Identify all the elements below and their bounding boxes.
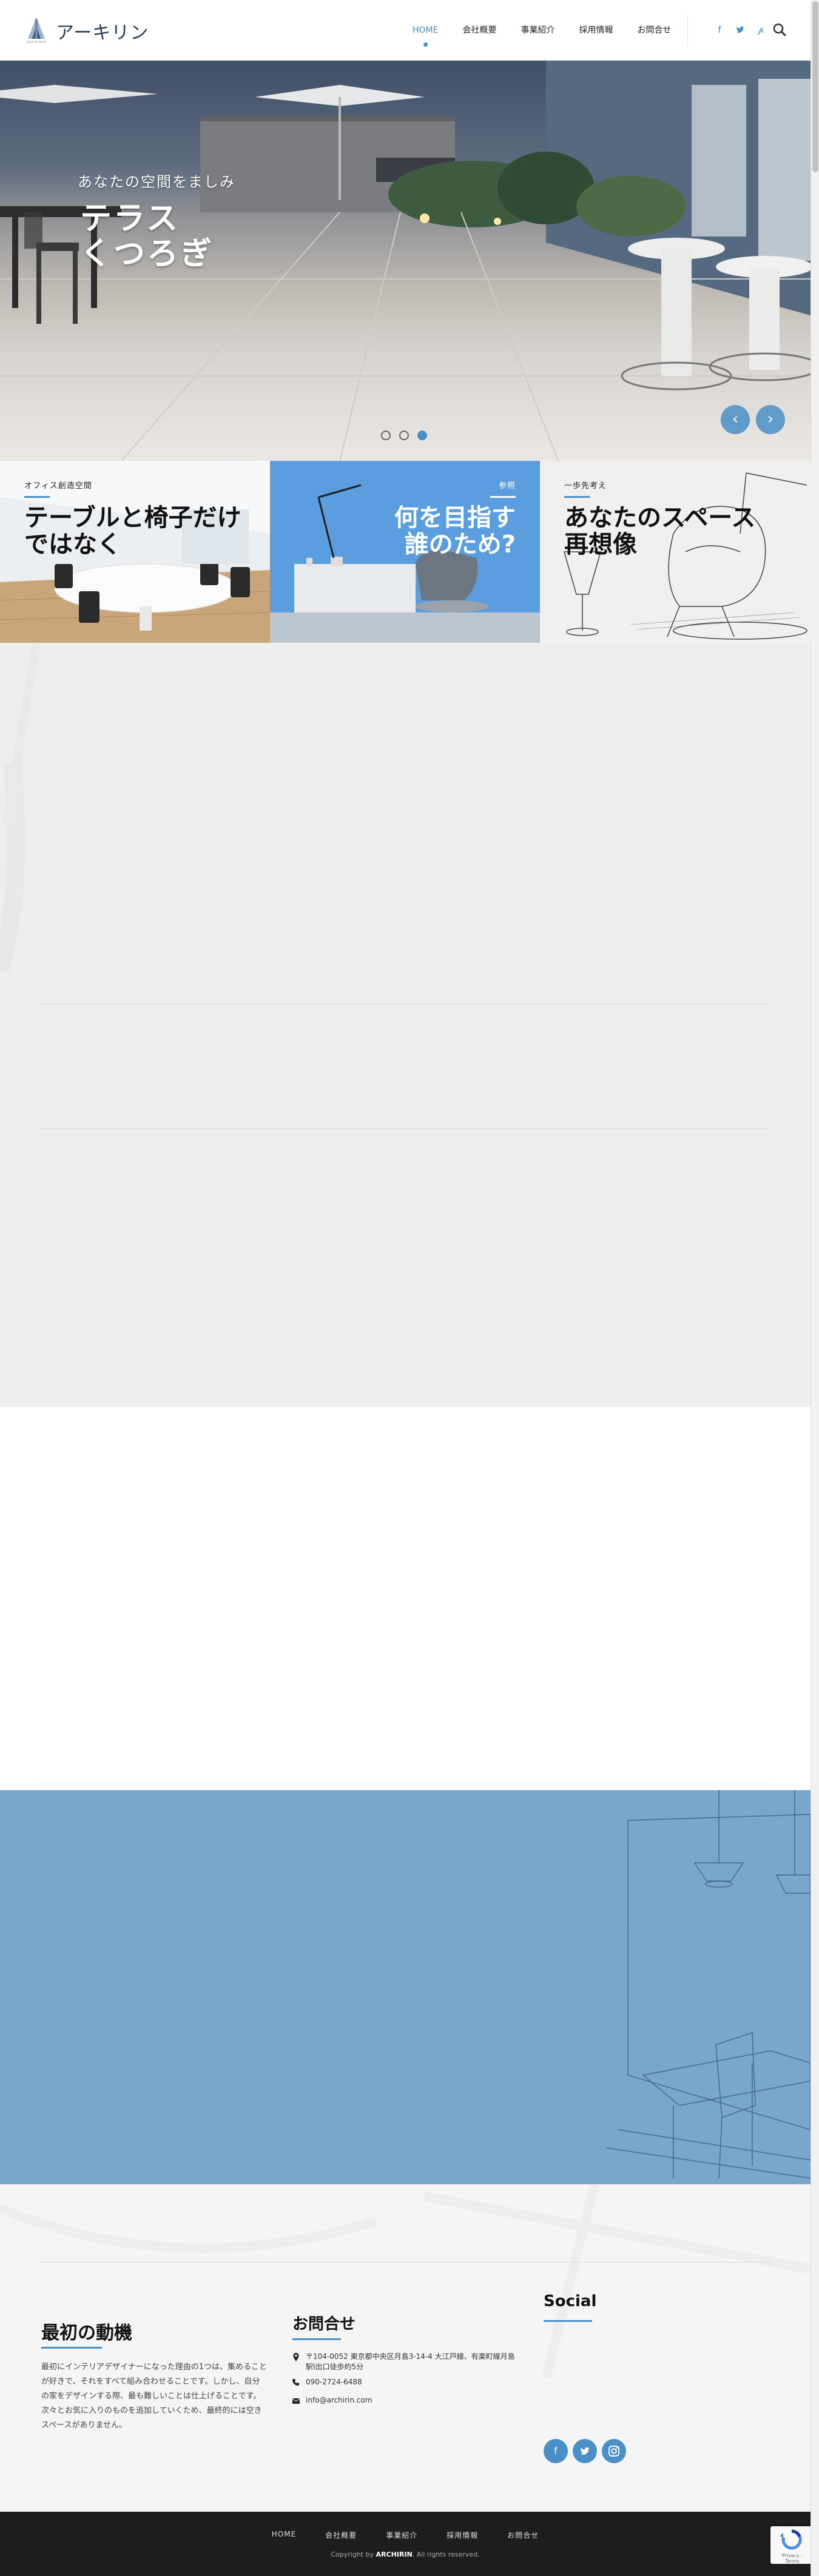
header-social: f 𝓅 (715, 23, 766, 36)
hero-title: テラス くつろぎ (80, 201, 214, 272)
logo-text: アーキリン (56, 22, 149, 44)
footer-instagram-button[interactable] (602, 2439, 626, 2463)
copyright: Copyright by ARCHIRIN. All rights reserv… (0, 2551, 811, 2558)
footer-phone[interactable]: 090-2724-6488 (306, 2377, 362, 2387)
facebook-icon[interactable]: f (715, 23, 724, 36)
nav-divider (687, 15, 688, 46)
recaptcha-badge[interactable]: Privacy - Terms (770, 2526, 813, 2564)
footer-nav-recruit[interactable]: 採用情報 (447, 2530, 478, 2540)
footer-nav-contact[interactable]: お問合せ (507, 2530, 539, 2540)
twitter-icon[interactable] (735, 23, 745, 36)
section-divider (39, 1004, 772, 1005)
logo-mark-icon (28, 17, 45, 39)
site-logo[interactable]: ARCHIRIN アーキリン (24, 16, 170, 45)
footer-address: 〒104-0052 東京都中央区月島3-14-4 大江戸線、有楽町線月島駅I出口… (306, 2352, 515, 2371)
nav-home[interactable]: HOME (400, 0, 450, 61)
tile-label: 参照 (498, 481, 516, 491)
footer-address-row: 〒104-0052 東京都中央区月島3-14-4 大江戸線、有楽町線月島駅I出口… (292, 2352, 517, 2372)
nav-recruit[interactable]: 採用情報 (567, 0, 625, 61)
phone-icon (292, 2379, 300, 2386)
footer-nav-company[interactable]: 会社概要 (325, 2530, 357, 2540)
logo-subtext: ARCHIRIN (26, 41, 47, 44)
nav-contact-label: お問合せ (637, 25, 672, 35)
tile-title: 何を目指す 誰のため? (394, 504, 516, 558)
tile-underline (564, 496, 590, 498)
footer-phone-row: 090-2724-6488 (292, 2377, 517, 2387)
footer-contact-heading: お問合せ (292, 2315, 356, 2333)
content-section (0, 643, 811, 1407)
tile-underline (490, 496, 516, 498)
nav-recruit-label: 採用情報 (579, 25, 613, 35)
feature-tile-purpose[interactable]: 参照 何を目指す 誰のため? (270, 461, 540, 643)
slider-pagination (381, 431, 427, 440)
chevron-left-icon: ‹ (732, 410, 739, 428)
main-nav: HOME 会社概要 事業紹介 採用情報 お問合せ (400, 0, 683, 61)
footer-facebook-button[interactable]: f (544, 2439, 568, 2463)
tile-label: 一歩先考え (564, 481, 607, 491)
footer-social-underline (544, 2320, 592, 2322)
nav-business-label: 事業紹介 (521, 25, 555, 35)
sketch-dining-image (606, 1790, 811, 2179)
nav-company[interactable]: 会社概要 (450, 0, 508, 61)
tile-underline (24, 496, 50, 498)
page-scrollbar[interactable] (811, 0, 819, 2576)
footer-twitter-button[interactable] (573, 2439, 597, 2463)
tile-title: あなたのスペース 再想像 (564, 504, 756, 558)
slider-dot-3[interactable] (417, 431, 427, 440)
search-icon[interactable] (772, 22, 787, 38)
footer-background-pattern (0, 2184, 811, 2380)
pinterest-icon[interactable]: 𝓅 (756, 23, 766, 36)
nav-company-label: 会社概要 (462, 25, 497, 35)
footer-about-text: 最初にインテリアデザイナーになった理由の1つは、集めることが好きで、それをすべて… (41, 2363, 268, 2430)
facebook-icon: f (554, 2445, 558, 2457)
nav-business[interactable]: 事業紹介 (508, 0, 567, 61)
site-header: ARCHIRIN アーキリン HOME 会社概要 事業紹介 採用情報 お問合せ … (0, 0, 811, 61)
recaptcha-links[interactable]: Privacy - Terms (774, 2553, 811, 2564)
slider-next-button[interactable]: › (756, 405, 785, 434)
tile-title: テーブルと椅子だけ ではなく (24, 504, 241, 558)
blue-banner-section (0, 1790, 811, 2184)
feature-tile-office[interactable]: オフィス創造空間 テーブルと椅子だけ ではなく (0, 461, 270, 643)
map-pin-icon (293, 2353, 299, 2361)
footer-nav-home[interactable]: HOME (272, 2530, 296, 2540)
nav-active-indicator (423, 42, 428, 47)
footer-about-underline (41, 2347, 102, 2349)
footer-section (0, 2184, 811, 2512)
scrollbar-thumb[interactable] (812, 1, 818, 172)
background-pattern (0, 643, 41, 973)
nav-home-label: HOME (413, 25, 439, 35)
twitter-icon (580, 2447, 590, 2455)
feature-tile-reimagine[interactable]: 一歩先考え あなたのスペース 再想像 (540, 461, 810, 643)
footer-social-heading: Social (544, 2292, 597, 2310)
slider-dot-2[interactable] (399, 431, 409, 440)
copyright-suffix: . All rights reserved. (412, 2551, 480, 2558)
tile-label: オフィス創造空間 (24, 481, 92, 491)
copyright-brand: ARCHIRIN (376, 2551, 413, 2558)
footer-nav: HOME 会社概要 事業紹介 採用情報 お問合せ (0, 2530, 811, 2540)
envelope-icon (292, 2398, 300, 2404)
footer-about-heading: 最初の動機 (41, 2323, 132, 2344)
recaptcha-logo-icon (780, 2529, 802, 2550)
slider-dot-1[interactable] (381, 431, 391, 440)
hero-kicker: あなたの空間をましみ (78, 173, 235, 190)
footer-email-row: info@archirin.com (292, 2395, 517, 2406)
hero-slider: あなたの空間をましみ テラス くつろぎ ‹ › (0, 61, 811, 461)
feature-tiles: オフィス創造空間 テーブルと椅子だけ ではなく 参照 何を目指す 誰のため? 一… (0, 461, 811, 643)
bottom-bar: HOME 会社概要 事業紹介 採用情報 お問合せ Copyright by AR… (0, 2512, 811, 2576)
chevron-right-icon: › (767, 410, 774, 428)
footer-contact-underline (292, 2338, 341, 2340)
footer-nav-business[interactable]: 事業紹介 (386, 2530, 417, 2540)
copyright-prefix: Copyright by (331, 2551, 376, 2558)
nav-contact[interactable]: お問合せ (625, 0, 683, 61)
slider-prev-button[interactable]: ‹ (721, 405, 750, 434)
white-section (0, 1407, 811, 1790)
section-divider (39, 1128, 772, 1129)
footer-email[interactable]: info@archirin.com (306, 2395, 372, 2406)
instagram-icon (608, 2446, 619, 2457)
